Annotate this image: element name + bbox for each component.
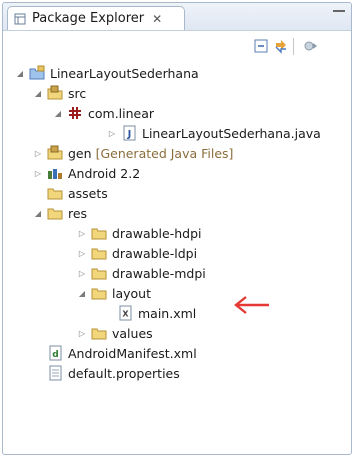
- java-file-icon: J: [123, 125, 136, 141]
- tree-label: drawable-ldpi: [112, 245, 198, 261]
- xml-file-icon: X: [119, 305, 132, 321]
- tree-label: src: [68, 85, 87, 101]
- collapse-all-icon[interactable]: [253, 38, 269, 54]
- tree-label: drawable-mdpi: [112, 265, 206, 281]
- tree-item-assets[interactable]: assets: [47, 183, 108, 203]
- tree-label: AndroidManifest.xml: [68, 345, 197, 361]
- view-toolbar: [3, 31, 351, 61]
- tree-item-main-xml[interactable]: X main.xml: [117, 303, 196, 323]
- tree-item-drawable-ldpi[interactable]: ▷ drawable-ldpi: [77, 243, 197, 263]
- collapsed-triangle-icon[interactable]: ▷: [77, 228, 87, 238]
- tree-label: main.xml: [138, 305, 197, 321]
- folder-icon: [91, 248, 107, 260]
- tree-item-package[interactable]: ◢ com.linear: [53, 103, 154, 123]
- tree-label: drawable-hdpi: [112, 225, 202, 241]
- svg-text:X: X: [122, 310, 129, 319]
- tree-label: assets: [68, 185, 108, 201]
- text-file-icon: [49, 365, 62, 381]
- tree-item-java-file[interactable]: ▷ J LinearLayoutSederhana.java: [107, 123, 321, 143]
- toolbar-separator: [293, 38, 294, 55]
- tree-label: Android 2.2: [68, 165, 141, 181]
- view-tabbar: Package Explorer ✕: [3, 3, 351, 31]
- source-folder-icon: [47, 145, 63, 160]
- tree-item-drawable-mdpi[interactable]: ▷ drawable-mdpi: [77, 263, 206, 283]
- folder-icon: [91, 328, 107, 340]
- package-explorer-icon: [14, 13, 26, 24]
- tab-title: Package Explorer: [32, 11, 145, 26]
- expanded-triangle-icon[interactable]: ◢: [53, 108, 63, 118]
- collapsed-triangle-icon[interactable]: ▷: [33, 168, 43, 178]
- source-folder-icon: [47, 85, 63, 100]
- package-icon: [69, 107, 81, 119]
- tree-label: com.linear: [88, 105, 155, 121]
- tree-item-gen[interactable]: ▷ gen [Generated Java Files]: [33, 143, 233, 163]
- android-project-icon: [29, 65, 45, 80]
- expanded-triangle-icon[interactable]: ◢: [15, 68, 25, 78]
- minimize-icon[interactable]: [333, 7, 345, 12]
- tree-item-default-properties[interactable]: default.properties: [47, 363, 180, 383]
- expanded-triangle-icon[interactable]: ◢: [33, 208, 43, 218]
- tree-label: default.properties: [68, 365, 180, 381]
- tree-item-manifest[interactable]: d AndroidManifest.xml: [47, 343, 197, 363]
- svg-text:d: d: [52, 350, 58, 360]
- collapsed-triangle-icon[interactable]: ▷: [33, 148, 43, 158]
- tree-item-android-library[interactable]: ▷ Android 2.2: [33, 163, 140, 183]
- tree-item-layout[interactable]: ◢ layout: [77, 283, 151, 303]
- collapsed-triangle-icon[interactable]: ▷: [77, 268, 87, 278]
- tree-decoration: [Generated Java Files]: [95, 145, 234, 161]
- tree-item-res[interactable]: ◢ res: [33, 203, 87, 223]
- folder-icon: [91, 228, 107, 240]
- tree-label: values: [112, 325, 153, 341]
- folder-icon: [91, 288, 107, 300]
- close-icon[interactable]: ✕: [152, 12, 162, 26]
- view-menu-icon[interactable]: [303, 38, 319, 54]
- tree-label: LinearLayoutSederhana.java: [142, 125, 321, 141]
- svg-text:J: J: [127, 129, 132, 140]
- folder-icon: [91, 268, 107, 280]
- tree-label: LinearLayoutSederhana: [50, 65, 199, 81]
- collapsed-triangle-icon[interactable]: ▷: [77, 248, 87, 258]
- tree-label: gen: [68, 145, 92, 161]
- tree-item-project[interactable]: ◢ LinearLayoutSederhana: [15, 63, 199, 83]
- expanded-triangle-icon[interactable]: ◢: [33, 88, 43, 98]
- tree-item-drawable-hdpi[interactable]: ▷ drawable-hdpi: [77, 223, 202, 243]
- tree-label: layout: [112, 285, 152, 301]
- red-arrow-icon: [234, 296, 269, 314]
- folder-icon: [47, 188, 63, 200]
- tab-package-explorer[interactable]: Package Explorer ✕: [7, 6, 185, 30]
- folder-icon: [47, 208, 63, 220]
- manifest-file-icon: d: [49, 345, 62, 361]
- library-icon: [48, 169, 62, 179]
- link-with-editor-icon[interactable]: [273, 38, 289, 54]
- collapsed-triangle-icon[interactable]: ▷: [107, 128, 117, 138]
- tree-label: res: [68, 205, 88, 221]
- package-explorer-panel: Package Explorer ✕ ◢ LinearLayoutSederha…: [2, 2, 352, 455]
- tree-item-src[interactable]: ◢ src: [33, 83, 86, 103]
- collapsed-triangle-icon[interactable]: ▷: [77, 328, 87, 338]
- expanded-triangle-icon[interactable]: ◢: [77, 288, 87, 298]
- tree-item-values[interactable]: ▷ values: [77, 323, 153, 343]
